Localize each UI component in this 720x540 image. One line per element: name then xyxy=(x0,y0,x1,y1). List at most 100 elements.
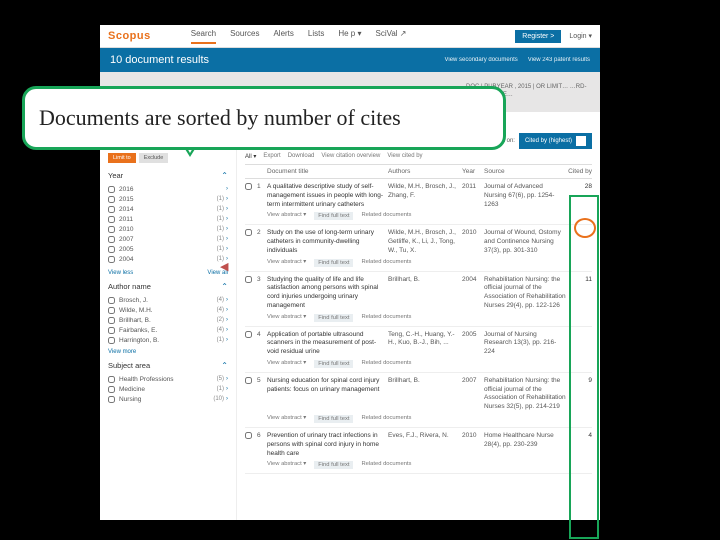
view-abstract-link[interactable]: View abstract ▾ xyxy=(267,360,306,368)
col-title[interactable]: Document title xyxy=(267,168,388,175)
citation-overview-link[interactable]: View citation overview xyxy=(321,153,380,160)
login-link[interactable]: Login ▾ xyxy=(569,32,592,40)
nav-search[interactable]: Search xyxy=(191,29,216,44)
doc-authors[interactable]: Eves, F.J., Rivera, N. xyxy=(388,432,462,458)
doc-cited-count[interactable]: 9 xyxy=(566,377,592,412)
facet-row[interactable]: Nursing(10)› xyxy=(108,394,228,404)
fulltext-chip[interactable]: Find full text xyxy=(314,415,353,423)
facet-checkbox[interactable] xyxy=(108,337,115,344)
nav-lists[interactable]: Lists xyxy=(308,29,324,44)
view-abstract-link[interactable]: View abstract ▾ xyxy=(267,259,306,267)
select-all[interactable]: All ▾ xyxy=(245,153,256,160)
facet-row[interactable]: 2007(1)› xyxy=(108,234,228,244)
doc-cited-count[interactable]: 11 xyxy=(566,276,592,311)
facet-checkbox[interactable] xyxy=(108,196,115,203)
facet-checkbox[interactable] xyxy=(108,396,115,403)
nav-scival[interactable]: SciVal ↗ xyxy=(376,29,407,44)
facet-checkbox[interactable] xyxy=(108,386,115,393)
col-authors[interactable]: Authors xyxy=(388,168,462,175)
limit-to-button[interactable]: Limit to xyxy=(108,153,136,163)
related-docs-link[interactable]: Related documents xyxy=(361,259,411,267)
download-link[interactable]: Download xyxy=(288,153,315,160)
doc-authors[interactable]: Wilde, M.H., Brosch, J., Zhang, F. xyxy=(388,183,462,209)
doc-title[interactable]: Study on the use of long-term urinary ca… xyxy=(267,229,388,255)
row-checkbox[interactable] xyxy=(245,276,252,283)
fulltext-chip[interactable]: Find full text xyxy=(314,314,353,322)
row-checkbox[interactable] xyxy=(245,183,252,190)
facet-row[interactable]: Wilde, M.H.(4)› xyxy=(108,305,228,315)
doc-cited-count[interactable]: 28 xyxy=(566,183,592,209)
view-abstract-link[interactable]: View abstract ▾ xyxy=(267,212,306,220)
doc-source[interactable]: Rehabilitation Nursing: the official jou… xyxy=(484,377,566,412)
related-docs-link[interactable]: Related documents xyxy=(361,461,411,469)
facet-row[interactable]: Fairbanks, E.(4)› xyxy=(108,325,228,335)
export-link[interactable]: Export xyxy=(263,153,280,160)
facet-row[interactable]: Brillhart, B.(2)› xyxy=(108,315,228,325)
exclude-button[interactable]: Exclude xyxy=(139,153,169,163)
nav-alerts[interactable]: Alerts xyxy=(273,29,293,44)
fulltext-chip[interactable]: Find full text xyxy=(314,212,353,220)
facet-row[interactable]: 2010(1)› xyxy=(108,224,228,234)
doc-source[interactable]: Rehabilitation Nursing: the official jou… xyxy=(484,276,566,311)
view-less-link[interactable]: View less xyxy=(108,270,133,276)
facet-checkbox[interactable] xyxy=(108,186,115,193)
related-docs-link[interactable]: Related documents xyxy=(361,415,411,423)
fulltext-chip[interactable]: Find full text xyxy=(314,461,353,469)
row-checkbox[interactable] xyxy=(245,331,252,338)
facet-checkbox[interactable] xyxy=(108,216,115,223)
col-year[interactable]: Year xyxy=(462,168,484,175)
facet-checkbox[interactable] xyxy=(108,246,115,253)
doc-title[interactable]: A qualitative descriptive study of self-… xyxy=(267,183,388,209)
facet-row[interactable]: 2015(1)› xyxy=(108,194,228,204)
facet-row[interactable]: 2005(1)› xyxy=(108,244,228,254)
facet-row[interactable]: Brosch, J.(4)› xyxy=(108,295,228,305)
view-abstract-link[interactable]: View abstract ▾ xyxy=(267,461,306,469)
view-cited-by-link[interactable]: View cited by xyxy=(387,153,422,160)
row-checkbox[interactable] xyxy=(245,229,252,236)
facet-checkbox[interactable] xyxy=(108,206,115,213)
doc-authors[interactable]: Wilde, M.H., Brosch, J., Getliffe, K., L… xyxy=(388,229,462,255)
facet-checkbox[interactable] xyxy=(108,376,115,383)
doc-source[interactable]: Home Healthcare Nurse 28(4), pp. 230-239 xyxy=(484,432,566,458)
facet-row[interactable]: 2011(1)› xyxy=(108,214,228,224)
col-cited-by[interactable]: Cited by xyxy=(566,168,592,175)
related-docs-link[interactable]: Related documents xyxy=(361,360,411,368)
facet-year-header[interactable]: Year ⌃ xyxy=(108,171,228,180)
col-source[interactable]: Source xyxy=(484,168,566,175)
sort-select[interactable]: Cited by (highest) xyxy=(519,133,592,149)
doc-source[interactable]: Journal of Wound, Ostomy and Continence … xyxy=(484,229,566,255)
facet-row[interactable]: 2016› xyxy=(108,184,228,194)
register-button[interactable]: Register > xyxy=(515,30,561,43)
related-docs-link[interactable]: Related documents xyxy=(361,212,411,220)
facet-row[interactable]: Medicine(1)› xyxy=(108,384,228,394)
fulltext-chip[interactable]: Find full text xyxy=(314,259,353,267)
row-checkbox[interactable] xyxy=(245,377,252,384)
facet-checkbox[interactable] xyxy=(108,256,115,263)
view-more-authors[interactable]: View more xyxy=(108,349,228,355)
patent-results-link[interactable]: View 243 patent results xyxy=(528,57,590,63)
view-abstract-link[interactable]: View abstract ▾ xyxy=(267,314,306,322)
doc-source[interactable]: Journal of Nursing Research 13(3), pp. 2… xyxy=(484,331,566,357)
doc-authors[interactable]: Brillhart, B. xyxy=(388,377,462,412)
doc-cited-count[interactable] xyxy=(566,331,592,357)
doc-authors[interactable]: Brillhart, B. xyxy=(388,276,462,311)
row-checkbox[interactable] xyxy=(245,432,252,439)
facet-checkbox[interactable] xyxy=(108,327,115,334)
related-docs-link[interactable]: Related documents xyxy=(361,314,411,322)
doc-authors[interactable]: Teng, C.-H., Huang, Y.-H., Kuo, B.-J., B… xyxy=(388,331,462,357)
doc-title[interactable]: Studying the quality of life and life sa… xyxy=(267,276,388,311)
facet-row[interactable]: 2014(1)› xyxy=(108,204,228,214)
facet-author-header[interactable]: Author name ⌃ xyxy=(108,282,228,291)
nav-help[interactable]: He p ▾ xyxy=(338,29,361,44)
facet-row[interactable]: Health Professions(5)› xyxy=(108,374,228,384)
facet-row[interactable]: 2004(1)› xyxy=(108,254,228,264)
doc-title[interactable]: Application of portable ultrasound scann… xyxy=(267,331,388,357)
doc-cited-count[interactable] xyxy=(566,229,592,255)
fulltext-chip[interactable]: Find full text xyxy=(314,360,353,368)
facet-checkbox[interactable] xyxy=(108,317,115,324)
doc-source[interactable]: Journal of Advanced Nursing 67(6), pp. 1… xyxy=(484,183,566,209)
doc-cited-count[interactable]: 4 xyxy=(566,432,592,458)
facet-subject-header[interactable]: Subject area ⌃ xyxy=(108,361,228,370)
facet-checkbox[interactable] xyxy=(108,307,115,314)
facet-checkbox[interactable] xyxy=(108,297,115,304)
